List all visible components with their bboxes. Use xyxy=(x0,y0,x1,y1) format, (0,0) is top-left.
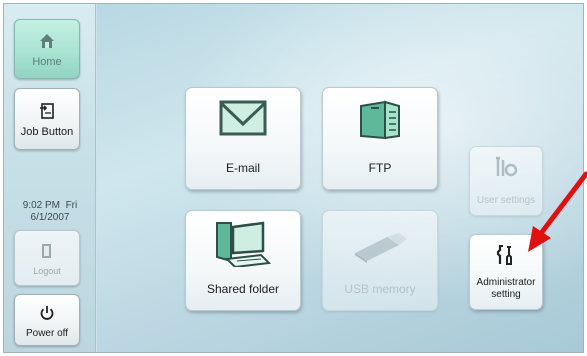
shared-folder-computer-icon xyxy=(186,221,300,267)
administrator-label-line2: setting xyxy=(491,289,521,300)
user-settings-tile[interactable]: User settings xyxy=(469,146,543,216)
home-icon xyxy=(39,30,55,52)
job-button-label: Job Button xyxy=(20,126,74,138)
envelope-icon xyxy=(186,98,300,138)
power-off-button[interactable]: Power off xyxy=(14,294,80,346)
administrator-label-line1: Administrator xyxy=(476,277,536,288)
logout-button[interactable]: Logout xyxy=(14,230,80,286)
power-icon xyxy=(39,302,55,324)
clock-date: 6/1/2007 xyxy=(30,212,70,223)
shared-folder-tile[interactable]: Shared folder xyxy=(185,210,301,311)
logout-label: Logout xyxy=(33,266,61,276)
job-button[interactable]: Job Button xyxy=(14,88,80,150)
home-button[interactable]: Home xyxy=(14,19,80,79)
screen-frame: Home Job Button 9:02 PM Fri 6/1/2007 Log… xyxy=(3,3,584,353)
logout-icon xyxy=(40,240,54,262)
email-tile[interactable]: E-mail xyxy=(185,87,301,190)
ftp-server-icon xyxy=(323,98,437,142)
user-settings-tools-icon xyxy=(470,156,542,178)
power-off-label: Power off xyxy=(25,327,69,339)
usb-memory-tile[interactable]: USB memory xyxy=(322,210,438,311)
wrench-screwdriver-icon xyxy=(470,244,542,266)
clock-display: 9:02 PM Fri 6/1/2007 xyxy=(10,200,90,224)
main-panel: E-mail FTP Shared folder USB memory User… xyxy=(97,4,583,352)
usb-memory-label: USB memory xyxy=(344,282,416,296)
job-button-icon xyxy=(39,100,55,122)
home-label: Home xyxy=(32,56,62,68)
user-settings-label: User settings xyxy=(476,195,536,206)
administrator-setting-label: Administrator setting xyxy=(470,277,542,301)
clock-time: 9:02 PM Fri xyxy=(22,200,78,211)
ftp-tile[interactable]: FTP xyxy=(322,87,438,190)
email-label: E-mail xyxy=(225,161,260,175)
ftp-label: FTP xyxy=(368,161,392,175)
administrator-setting-tile[interactable]: Administrator setting xyxy=(469,234,543,310)
shared-folder-label: Shared folder xyxy=(206,282,280,296)
sidebar: Home Job Button 9:02 PM Fri 6/1/2007 Log… xyxy=(4,4,96,352)
usb-memory-icon xyxy=(323,233,437,263)
